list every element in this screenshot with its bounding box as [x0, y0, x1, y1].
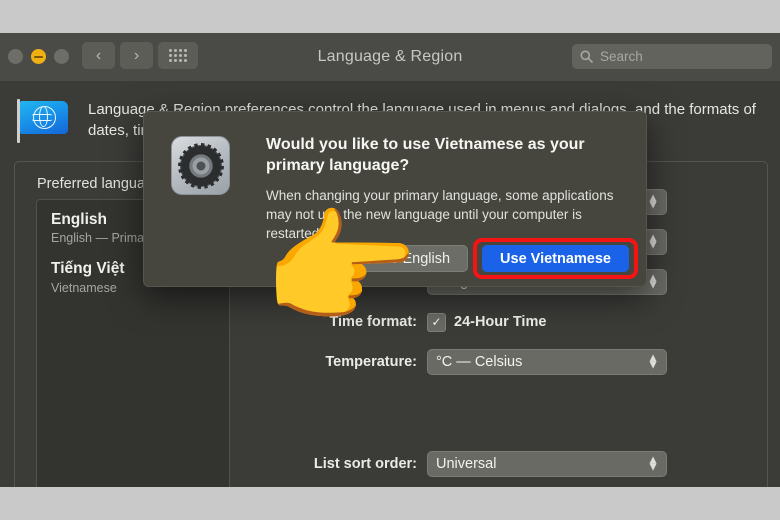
dialog-button-row: Use English Use Vietnamese — [354, 238, 638, 279]
chevron-right-icon: › — [133, 46, 140, 64]
time-format-checkbox-row[interactable]: ✓ 24-Hour Time — [427, 312, 547, 332]
search-placeholder: Search — [600, 49, 643, 64]
checkmark-icon[interactable]: ✓ — [427, 312, 446, 332]
chevron-updown-icon: ▲ ▼ — [647, 350, 659, 372]
letterbox-top — [0, 0, 780, 33]
dialog-body-text: When changing your primary language, som… — [266, 188, 614, 242]
window-titlebar: ‹ › Language & Region Search — [0, 33, 780, 82]
back-button[interactable]: ‹ — [82, 42, 115, 69]
list-sort-order-value: Universal — [436, 456, 497, 472]
row-time-format: Time format: ✓ 24-Hour Time — [245, 308, 745, 336]
navigation-buttons: ‹ › — [82, 42, 198, 69]
chevron-updown-icon: ▲ ▼ — [647, 270, 659, 292]
show-all-button[interactable] — [158, 42, 198, 69]
temperature-value: °C — Celsius — [436, 354, 523, 370]
dialog-heading: Would you like to use Vietnamese as your… — [266, 136, 585, 175]
search-field[interactable]: Search — [572, 44, 772, 69]
chevron-updown-icon: ▲ ▼ — [647, 190, 659, 212]
time-format-value: 24-Hour Time — [454, 314, 547, 330]
temperature-popup[interactable]: °C — Celsius ▲ ▼ — [427, 349, 667, 375]
use-vietnamese-button-wrapper: Use Vietnamese — [473, 238, 638, 279]
system-preferences-gear-icon — [171, 136, 230, 195]
primary-language-dialog: Would you like to use Vietnamese as your… — [143, 111, 647, 287]
minimize-button-icon[interactable] — [31, 49, 46, 64]
letterbox-bottom — [0, 487, 780, 520]
row-list-sort-order: List sort order: Universal ▲ ▼ — [245, 450, 745, 478]
zoom-button-icon[interactable] — [54, 49, 69, 64]
temperature-label: Temperature: — [325, 354, 417, 370]
chevron-updown-icon: ▲ ▼ — [647, 452, 659, 474]
time-format-label: Time format: — [329, 314, 417, 330]
search-icon — [580, 50, 593, 63]
forward-button[interactable]: › — [120, 42, 153, 69]
use-vietnamese-button[interactable]: Use Vietnamese — [482, 245, 629, 272]
traffic-lights — [8, 49, 69, 64]
form-spacer — [245, 388, 745, 450]
system-preferences-window: ‹ › Language & Region Search Language & … — [0, 33, 780, 487]
row-temperature: Temperature: °C — Celsius ▲ ▼ — [245, 348, 745, 376]
chevron-updown-icon: ▲ ▼ — [647, 230, 659, 252]
chevron-left-icon: ‹ — [95, 46, 102, 64]
grid-view-icon — [169, 49, 187, 62]
flag-globe-icon — [14, 97, 72, 145]
list-sort-order-popup[interactable]: Universal ▲ ▼ — [427, 451, 667, 477]
use-english-button[interactable]: Use English — [354, 245, 469, 272]
close-button-icon[interactable] — [8, 49, 23, 64]
list-sort-order-label: List sort order: — [313, 456, 417, 472]
